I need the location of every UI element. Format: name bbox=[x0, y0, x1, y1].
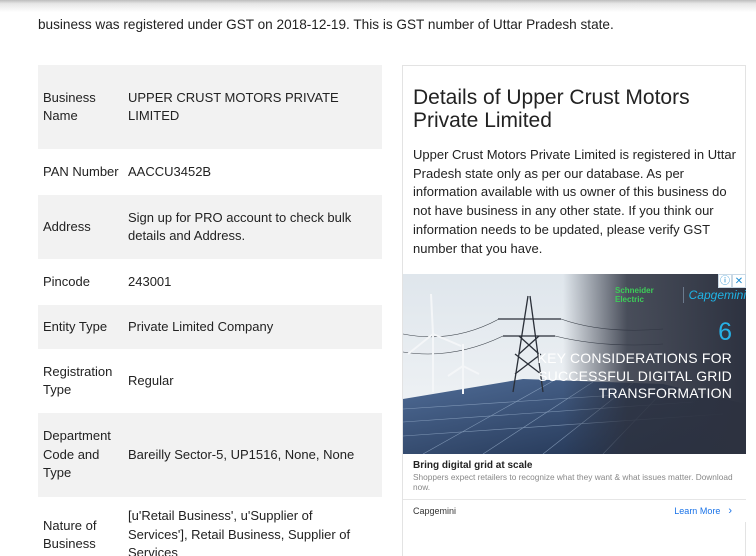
details-key-cell: Nature of Business bbox=[38, 497, 128, 556]
details-value-cell: Regular bbox=[128, 349, 382, 413]
details-row: Department Code and Type Bareilly Sector-5,… bbox=[38, 413, 382, 497]
summary-heading: Details of Upper Crust Motors Private Li… bbox=[413, 86, 690, 132]
chevron-right-icon: › bbox=[728, 505, 732, 517]
browser-top-shadow bbox=[0, 0, 756, 12]
details-row: Nature of Business [u'Retail Business', u'… bbox=[38, 497, 382, 556]
details-value-line: Services'], Retail Business, Supplier of bbox=[128, 526, 351, 542]
details-value-line: Private Limited Company bbox=[128, 318, 274, 334]
schneider-logo: Schneider Electric bbox=[615, 286, 654, 304]
details-row: PAN Number AACCU3452B bbox=[38, 149, 382, 195]
details-row: Address Sign up for PRO account to check … bbox=[38, 195, 382, 259]
gst-registration-intro: business was registered under GST on 201… bbox=[38, 17, 614, 32]
ad-divider bbox=[403, 499, 746, 500]
details-key-cell: Registration Type bbox=[38, 349, 128, 413]
ad-body-text: Shoppers expect retailers to recognize w… bbox=[413, 472, 733, 492]
details-key-cell: Business Name bbox=[38, 65, 128, 149]
details-key-line: Code and bbox=[43, 446, 100, 462]
details-key-line: Business bbox=[43, 536, 96, 551]
ad-advertiser: Capgemini bbox=[413, 506, 457, 516]
details-key-line: Nature of bbox=[43, 517, 97, 533]
details-key-line: Type bbox=[43, 465, 72, 481]
ad-headline: KEY CONSIDERATIONS FOR SUCCESSFUL DIGITA… bbox=[537, 350, 732, 401]
ad-number: 6 bbox=[718, 318, 732, 346]
details-value-cell: Bareilly Sector-5, UP1516, None, None bbox=[128, 413, 382, 497]
details-value-line: UPPER CRUST MOTORS PRIVATE LIMITED bbox=[128, 89, 339, 124]
details-key-cell: PAN Number bbox=[38, 149, 128, 195]
details-key-line: Department bbox=[43, 428, 111, 444]
details-key-line: Registration bbox=[43, 363, 113, 379]
business-details-table: Business Name UPPER CRUST MOTORS PRIVATE L… bbox=[38, 65, 382, 556]
details-value-line: Regular bbox=[128, 372, 174, 388]
details-key-cell: Address bbox=[38, 195, 128, 259]
summary-description: Upper Crust Motors Private Limited is re… bbox=[413, 147, 736, 256]
details-value-line: Sign up for PRO account to check bulk bbox=[128, 209, 352, 225]
learn-more-label: Learn More bbox=[674, 506, 721, 516]
details-key-line: Type bbox=[43, 382, 72, 397]
ad-brand-logos: Schneider Electric Capgemini bbox=[615, 286, 746, 304]
details-key-line: Address bbox=[43, 218, 91, 234]
details-value-cell: [u'Retail Business', u'Supplier of Servic… bbox=[128, 497, 382, 556]
business-summary-card: Details of Upper Crust Motors Private Li… bbox=[402, 65, 746, 556]
details-value-cell: UPPER CRUST MOTORS PRIVATE LIMITED bbox=[128, 65, 382, 149]
details-key-line: PAN Number bbox=[43, 163, 119, 179]
details-row: Business Name UPPER CRUST MOTORS PRIVATE L… bbox=[38, 65, 382, 149]
details-value-line: 243001 bbox=[128, 273, 172, 289]
details-value-line: Bareilly Sector-5, UP1516, None, None bbox=[128, 446, 355, 462]
details-row: Registration Type Regular bbox=[38, 349, 382, 413]
details-key-line: Pincode bbox=[43, 273, 90, 289]
details-key-cell: Pincode bbox=[38, 259, 128, 305]
details-key-line: Name bbox=[43, 108, 78, 123]
details-key-line: Business bbox=[43, 89, 96, 105]
details-value-cell: AACCU3452B bbox=[128, 149, 382, 195]
details-value-line: Services bbox=[128, 545, 178, 556]
ad-banner-image[interactable]: ⓘ ✕ Schneider Electric Capgemini 6 KEY C… bbox=[403, 274, 746, 454]
details-value-cell: Sign up for PRO account to check bulk det… bbox=[128, 195, 382, 259]
details-key-line: Entity Type bbox=[43, 318, 108, 334]
details-row: Entity Type Private Limited Company bbox=[38, 305, 382, 349]
details-row: Pincode 243001 bbox=[38, 259, 382, 305]
details-value-cell: Private Limited Company bbox=[128, 305, 382, 349]
details-value-line: details and Address. bbox=[128, 228, 246, 243]
ad-title[interactable]: Bring digital grid at scale bbox=[413, 460, 532, 471]
brand-divider bbox=[682, 287, 684, 303]
details-value-line: AACCU3452B bbox=[128, 163, 212, 179]
advertisement[interactable]: ⓘ ✕ Schneider Electric Capgemini 6 KEY C… bbox=[403, 274, 746, 522]
capgemini-logo: Capgemini bbox=[688, 288, 746, 302]
details-key-cell: Department Code and Type bbox=[38, 413, 128, 497]
details-value-line: [u'Retail Business', u'Supplier of bbox=[128, 508, 313, 524]
learn-more-link[interactable]: Learn More › bbox=[674, 505, 732, 517]
details-key-cell: Entity Type bbox=[38, 305, 128, 349]
details-value-cell: 243001 bbox=[128, 259, 382, 305]
